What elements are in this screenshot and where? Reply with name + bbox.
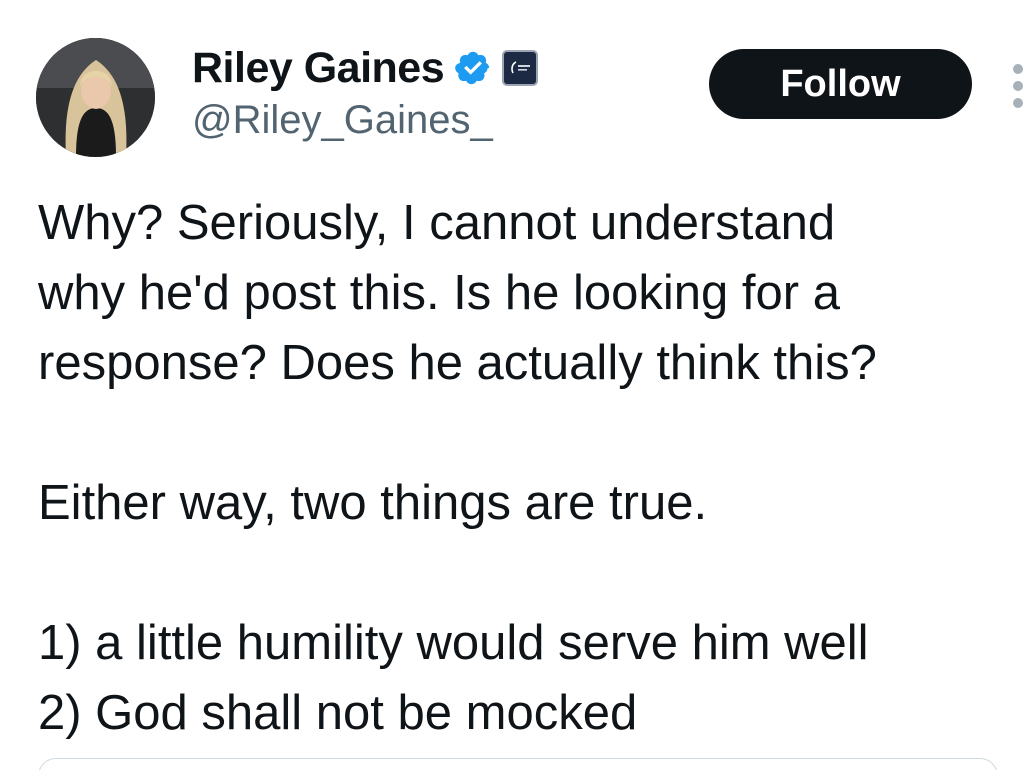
tweet-line: 2) God shall not be mocked xyxy=(38,686,638,740)
tweet-line: Why? Seriously, I cannot understand xyxy=(38,196,836,250)
tweet-line: Either way, two things are true. xyxy=(38,476,708,530)
tweet-text: Why? Seriously, I cannot understand why … xyxy=(38,188,1018,748)
tweet-line: why he'd post this. Is he looking for a xyxy=(38,266,840,320)
tweet-line: 1) a little humility would serve him wel… xyxy=(38,616,869,670)
quoted-card-edge xyxy=(38,758,998,770)
affiliate-badge-icon[interactable] xyxy=(502,50,539,86)
avatar-image xyxy=(36,38,155,157)
avatar[interactable] xyxy=(36,38,155,157)
follow-button[interactable]: Follow xyxy=(709,49,972,119)
display-name[interactable]: Riley Gaines xyxy=(192,44,445,93)
more-options-icon[interactable] xyxy=(1008,64,1028,108)
author-handle[interactable]: @Riley_Gaines_ xyxy=(192,98,493,143)
verified-badge-icon xyxy=(454,49,492,87)
tweet-card: Riley Gaines @Riley_Gaines_ Follow Why? … xyxy=(0,0,1028,770)
tweet-line: response? Does he actually think this? xyxy=(38,336,877,390)
author-name-row: Riley Gaines xyxy=(192,40,539,96)
